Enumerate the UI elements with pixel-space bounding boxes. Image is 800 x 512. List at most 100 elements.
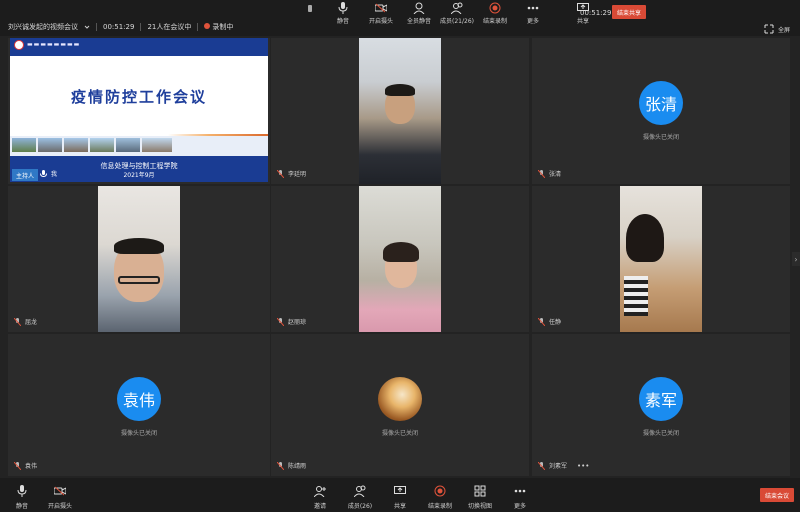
stop-record-label: 结束录制: [427, 503, 452, 510]
members-icon: [451, 2, 463, 14]
chevron-down-icon[interactable]: [84, 24, 90, 30]
more-button[interactable]: 更多: [514, 2, 552, 25]
participant-tile[interactable]: 素军 摄像头已关闭 刘素军 •••: [532, 334, 790, 476]
participant-name: 张清: [549, 171, 562, 178]
mic-muted-icon: [538, 169, 545, 178]
camera-button[interactable]: 开启摄头: [362, 2, 400, 25]
slide-photo-strip: [10, 136, 268, 156]
participant-tile[interactable]: 任静: [532, 186, 790, 332]
participant-video: [359, 186, 441, 332]
mute-label: 静音: [336, 18, 349, 25]
share-icon: [393, 484, 407, 498]
stop-record-button[interactable]: 结束录制: [476, 2, 514, 25]
camera-off-status: 摄像头已关闭: [642, 134, 679, 141]
university-logo-icon: [14, 40, 24, 50]
members-button[interactable]: 成员(26): [338, 484, 382, 510]
mic-muted-icon: [277, 317, 284, 326]
camera-button[interactable]: 开启摄头: [38, 484, 82, 510]
recording-indicator: 录制中: [204, 22, 233, 32]
mute-label: 静音: [15, 503, 28, 510]
mute-self-button[interactable]: 静音: [324, 2, 362, 25]
participant-video: [98, 186, 180, 332]
record-stop-icon: [489, 2, 501, 14]
participant-tile[interactable]: 赵丽琼: [271, 186, 529, 332]
more-label: 更多: [513, 503, 526, 510]
participant-tile[interactable]: 摄像头已关闭 陈靖雨: [271, 334, 529, 476]
participant-name: 屈龙: [25, 319, 38, 326]
more-button[interactable]: 更多: [498, 484, 542, 510]
switch-view-button[interactable]: 切换视图: [458, 484, 502, 510]
mic-icon: [40, 169, 47, 177]
mic-muted-icon: [14, 461, 21, 470]
campus-photo: [116, 138, 140, 152]
share-timer: 00:51:29: [580, 9, 612, 17]
next-page-arrow-icon[interactable]: ›: [792, 252, 800, 266]
invite-label: 邀请: [313, 503, 326, 510]
participant-namebar: 屈龙: [14, 317, 37, 326]
presenter-namebar: 我: [40, 169, 57, 178]
mic-muted-icon: [277, 461, 284, 470]
participant-name: 袁伟: [25, 463, 38, 470]
participant-tile[interactable]: 袁伟 摄像头已关闭 袁伟: [8, 334, 270, 476]
participant-tile[interactable]: 李廷明: [271, 38, 529, 184]
meeting-title[interactable]: 刘兴诚发起的视频会议: [8, 22, 78, 32]
participant-namebar: 刘素军 •••: [538, 461, 589, 470]
recording-status: 录制中: [212, 23, 234, 31]
camera-off-icon: [375, 2, 387, 14]
avatar: 张清: [639, 81, 683, 125]
share-button[interactable]: 共享: [378, 484, 422, 510]
camera-off-status: 摄像头已关闭: [381, 430, 418, 437]
members-label: 成员(21/26): [440, 18, 474, 25]
campus-photo: [64, 138, 88, 152]
participant-namebar: 李廷明: [277, 169, 306, 178]
camera-off-status: 摄像头已关闭: [642, 430, 679, 437]
stop-record-button[interactable]: 结束录制: [418, 484, 462, 510]
mute-all-button[interactable]: 全员静音: [400, 2, 438, 25]
mic-muted-icon: [538, 461, 545, 470]
host-badge-label: 主持人: [16, 172, 35, 180]
invite-button[interactable]: 邀请: [298, 484, 342, 510]
divider: [140, 23, 142, 31]
participant-namebar: 任静: [538, 317, 561, 326]
grid-layout-icon[interactable]: [764, 24, 774, 34]
share-label: 共享: [576, 18, 589, 25]
participant-video: [620, 186, 702, 332]
participant-count: 21人在会议中: [147, 23, 192, 31]
participant-tile[interactable]: 屈龙: [8, 186, 270, 332]
participant-tile[interactable]: 张清 摄像头已关闭 张清: [532, 38, 790, 184]
hand-icon: [304, 2, 316, 14]
participant-name: 陈靖雨: [288, 463, 307, 470]
meeting-window: 刘兴诚发起的视频会议 00:51:29 21人在会议中 录制中 静音 开启摄头 …: [0, 0, 800, 512]
slide-header: ▬▬▬▬▬▬▬▬: [10, 38, 268, 56]
members-button[interactable]: 成员(21/26): [438, 2, 476, 25]
top-toolbar: 刘兴诚发起的视频会议 00:51:29 21人在会议中 录制中 静音 开启摄头 …: [0, 0, 800, 36]
tile-more-button[interactable]: •••: [577, 462, 589, 470]
grid-view-icon: [473, 484, 487, 498]
record-stop-icon: [433, 484, 447, 498]
camera-off-status: 摄像头已关闭: [120, 430, 157, 437]
switch-view-label: 切换视图: [467, 503, 492, 510]
mute-all-label: 全员静音: [406, 18, 431, 25]
person-shirt: [624, 276, 648, 316]
participant-namebar: 袁伟: [14, 461, 37, 470]
avatar: 素军: [639, 377, 683, 421]
slide-title: 疫情防控工作会议: [70, 88, 207, 106]
shared-slide: ▬▬▬▬▬▬▬▬ 疫情防控工作会议 信息处理与控制工程学院 2021年9月: [10, 38, 268, 182]
camera-off-icon: [53, 484, 67, 498]
fullscreen-button[interactable]: 全屏: [778, 25, 790, 34]
divider: [96, 23, 97, 31]
end-share-button[interactable]: 结束共享: [612, 5, 646, 19]
share-label: 共享: [393, 503, 406, 510]
presenter-name: 我: [51, 171, 58, 178]
mute-button[interactable]: [296, 2, 324, 25]
more-icon: [513, 484, 527, 498]
mic-muted-icon: [14, 317, 21, 326]
host-badge: 主持人: [12, 169, 39, 181]
end-meeting-button[interactable]: 结束会议: [760, 488, 794, 502]
participant-name: 任静: [549, 319, 562, 326]
meeting-duration: 00:51:29: [103, 23, 135, 31]
mic-muted-icon: [538, 317, 545, 326]
participant-namebar: 陈靖雨: [277, 461, 306, 470]
campus-photo: [38, 138, 62, 152]
participant-name: 赵丽琼: [288, 319, 307, 326]
